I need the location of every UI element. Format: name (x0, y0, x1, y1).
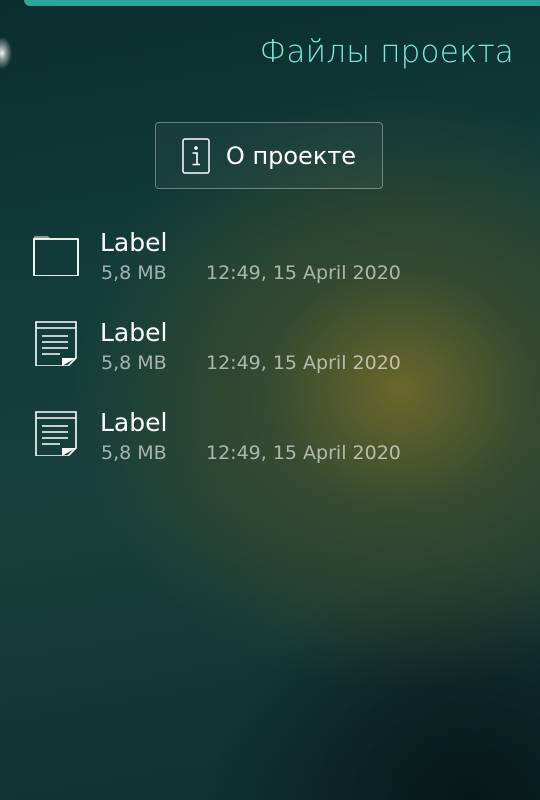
document-icon (32, 408, 80, 457)
file-size: 5,8 MB (101, 442, 167, 464)
file-name: Label (100, 228, 168, 257)
file-size: 5,8 MB (101, 352, 167, 374)
file-size: 5,8 MB (101, 262, 167, 284)
file-modified-date: 12:49, 15 April 2020 (206, 262, 401, 284)
about-project-button[interactable]: О проекте (155, 122, 383, 189)
info-icon (182, 137, 210, 174)
document-icon (32, 318, 80, 367)
file-name: Label (100, 408, 168, 437)
file-list-item[interactable]: Label 5,8 MB 12:49, 15 April 2020 (0, 400, 540, 490)
folder-icon (32, 228, 80, 277)
page-title: Файлы проекта (259, 34, 514, 70)
file-list-item[interactable]: Label 5,8 MB 12:49, 15 April 2020 (0, 310, 540, 400)
file-list-item[interactable]: Label 5,8 MB 12:49, 15 April 2020 (0, 220, 540, 310)
file-modified-date: 12:49, 15 April 2020 (206, 352, 401, 374)
file-name: Label (100, 318, 168, 347)
file-modified-date: 12:49, 15 April 2020 (206, 442, 401, 464)
pull-down-indicator-bar (24, 0, 540, 6)
page-back-indicator[interactable] (0, 36, 22, 70)
about-project-label: О проекте (225, 141, 357, 170)
file-list: Label 5,8 MB 12:49, 15 April 2020 Label … (0, 220, 540, 490)
